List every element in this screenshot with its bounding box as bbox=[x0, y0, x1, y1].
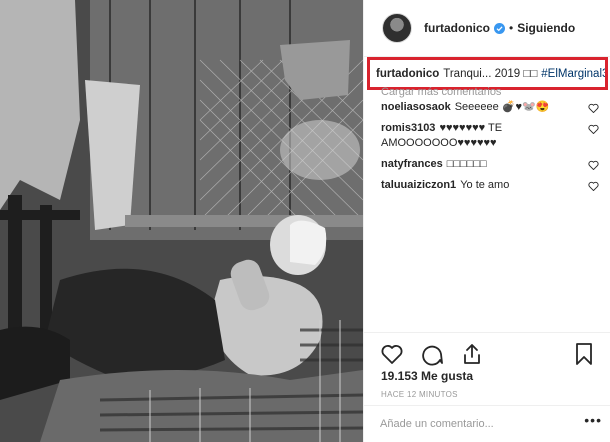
post-actions-bar bbox=[364, 332, 610, 374]
share-icon bbox=[464, 343, 480, 364]
caption-username[interactable]: furtadonico bbox=[376, 68, 439, 80]
comment-item: natyfrances □□□□□□ bbox=[381, 157, 601, 172]
post-photo-image bbox=[0, 0, 363, 442]
comment-icon bbox=[422, 345, 443, 365]
comment-text: □□□□□□ bbox=[446, 158, 487, 170]
verified-badge-icon bbox=[494, 22, 505, 34]
like-button[interactable] bbox=[380, 342, 404, 366]
likes-count[interactable]: 19.153 Me gusta bbox=[381, 369, 473, 383]
add-comment-input[interactable] bbox=[380, 418, 595, 430]
separator-dot: • bbox=[509, 21, 514, 35]
heart-icon bbox=[381, 344, 403, 364]
comment-like-icon[interactable] bbox=[588, 160, 599, 170]
caption-text: Tranqui... 2019 □□ bbox=[443, 67, 538, 80]
comment-button[interactable] bbox=[420, 342, 444, 366]
comment-username[interactable]: noeliasosaok bbox=[381, 101, 451, 113]
save-button[interactable] bbox=[573, 342, 595, 366]
comment-username[interactable]: taluuaiziczon1 bbox=[381, 179, 456, 191]
bookmark-icon bbox=[576, 343, 592, 365]
share-button[interactable] bbox=[460, 342, 484, 366]
load-more-comments-link[interactable]: Cargar más comentarios bbox=[381, 86, 501, 98]
comments-list: noeliasosaok Seeeeee 💣♥🐭😍 romis3103 ♥♥♥♥♥♥… bbox=[381, 100, 601, 199]
comment-like-icon[interactable] bbox=[588, 124, 599, 134]
comment-text: Seeeeee 💣♥🐭😍 bbox=[454, 101, 550, 113]
post-timestamp: HACE 12 MINUTOS bbox=[381, 390, 458, 399]
post-header: furtadonico • Siguiendo bbox=[364, 0, 610, 57]
comment-item: romis3103 ♥♥♥♥♥♥♥ TE AMOOOOOOO♥♥♥♥♥♥ bbox=[381, 121, 601, 151]
comment-username[interactable]: natyfrances bbox=[381, 158, 443, 170]
comment-like-icon[interactable] bbox=[588, 103, 599, 113]
comment-item: noeliasosaok Seeeeee 💣♥🐭😍 bbox=[381, 100, 601, 115]
avatar[interactable] bbox=[382, 13, 412, 43]
more-options-icon[interactable]: ••• bbox=[584, 412, 602, 428]
header-username[interactable]: furtadonico bbox=[424, 21, 490, 35]
comment-text: Yo te amo bbox=[460, 179, 510, 191]
comment-like-icon[interactable] bbox=[588, 181, 599, 191]
follow-status-button[interactable]: Siguiendo bbox=[517, 21, 575, 35]
comment-username[interactable]: romis3103 bbox=[381, 122, 435, 134]
caption-hashtag[interactable]: #ElMarginal3 bbox=[541, 68, 605, 80]
post-photo[interactable] bbox=[0, 0, 363, 442]
add-comment-bar bbox=[364, 405, 610, 442]
post-side-panel: furtadonico • Siguiendo furtadonico Tran… bbox=[363, 0, 610, 442]
comment-item: taluuaiziczon1 Yo te amo bbox=[381, 178, 601, 193]
